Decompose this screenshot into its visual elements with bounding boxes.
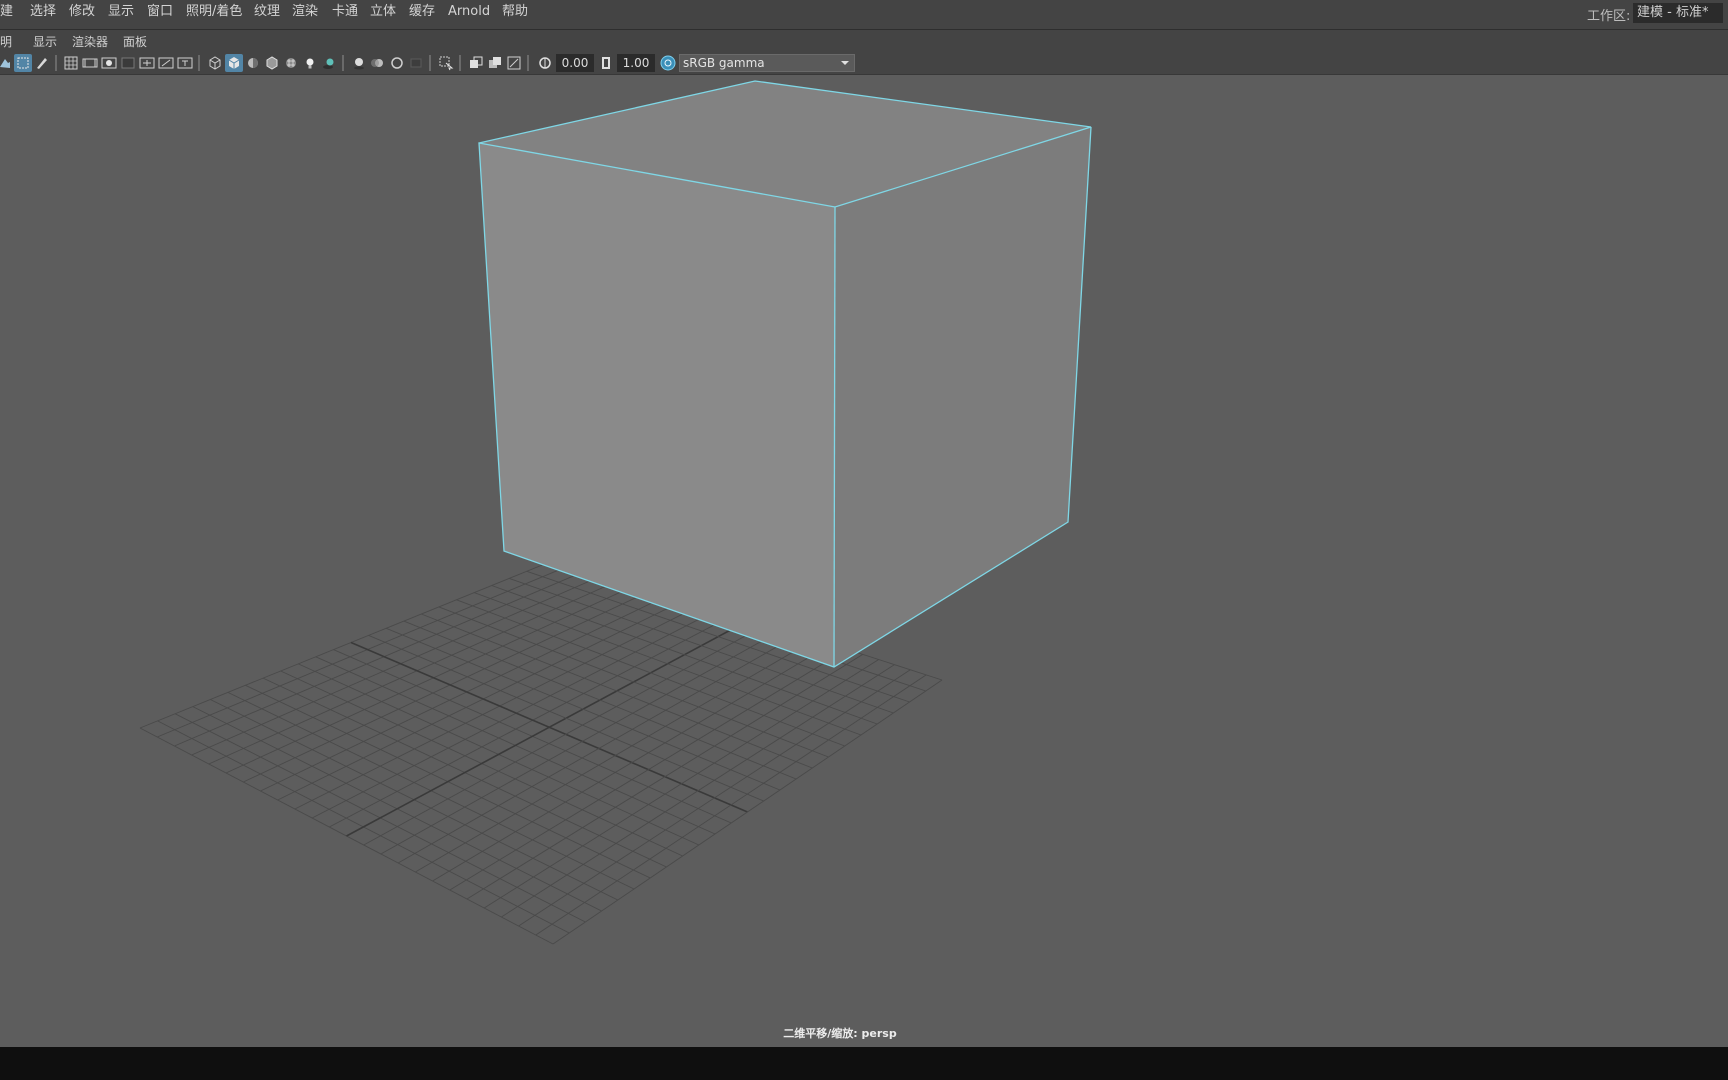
3d-viewport[interactable] — [0, 75, 1728, 1047]
viewport-scene[interactable] — [0, 75, 1728, 1047]
xray-icon[interactable] — [467, 54, 485, 72]
default-material-icon[interactable] — [244, 54, 262, 72]
textured-icon[interactable] — [282, 54, 300, 72]
toolbar-separator — [342, 55, 344, 71]
smooth-shade-icon[interactable] — [225, 54, 243, 72]
grid-line — [449, 648, 848, 891]
menu-window[interactable]: 窗口 — [147, 3, 173, 21]
motion-blur-icon[interactable] — [369, 54, 387, 72]
toolbar-separator — [527, 55, 529, 71]
menu-modify[interactable]: 修改 — [69, 3, 95, 21]
grid-line — [518, 669, 911, 927]
menu-texturing[interactable]: 纹理 — [254, 3, 280, 21]
cube-side-face[interactable] — [834, 127, 1091, 667]
gate-mask-icon[interactable] — [119, 54, 137, 72]
menu-stereo[interactable]: 立体 — [370, 3, 396, 21]
exposure-field[interactable]: 0.00 — [556, 54, 594, 72]
bottom-strip — [0, 1047, 1728, 1080]
film-gate-icon[interactable] — [81, 54, 99, 72]
main-menubar: 创建 选择 修改 显示 窗口 照明/着色 纹理 渲染 卡通 立体 缓存 Arno… — [0, 0, 1728, 30]
menu-select[interactable]: 选择 — [30, 3, 56, 21]
dropdown-arrow-icon[interactable] — [836, 55, 854, 71]
camera-icon[interactable] — [0, 54, 14, 72]
menu-arnold[interactable]: Arnold — [448, 3, 490, 21]
lights-icon[interactable] — [301, 54, 319, 72]
menu-toon[interactable]: 卡通 — [332, 3, 358, 21]
panel-menu-panels[interactable]: 面板 — [123, 33, 147, 50]
xray-active-components-icon[interactable] — [486, 54, 504, 72]
depth-of-field-icon[interactable] — [407, 54, 425, 72]
exposure-icon[interactable] — [536, 54, 554, 72]
grid-line — [466, 654, 864, 900]
safe-action-icon[interactable] — [157, 54, 175, 72]
gamma-icon[interactable] — [597, 54, 615, 72]
gamma-field[interactable]: 1.00 — [617, 54, 655, 72]
wireframe-on-shaded-icon[interactable] — [263, 54, 281, 72]
workspace-label: 工作区: — [1587, 9, 1631, 24]
panel-menu-lighting[interactable]: 照明 — [0, 33, 12, 50]
panel-menu-show[interactable]: 显示 — [33, 33, 57, 50]
viewport-toolbar: 0.00 1.00 sRGB gamma — [0, 52, 1728, 75]
isolate-select-icon[interactable] — [437, 54, 455, 72]
toolbar-separator — [429, 55, 431, 71]
safe-title-icon[interactable] — [176, 54, 194, 72]
screen-space-ao-icon[interactable] — [350, 54, 368, 72]
panel-menubar: 照明 显示 渲染器 面板 — [0, 30, 1728, 52]
color-space-dropdown[interactable]: sRGB gamma — [679, 54, 855, 72]
xray-joints-icon[interactable] — [505, 54, 523, 72]
color-space-value: sRGB gamma — [683, 56, 765, 70]
antialiasing-icon[interactable] — [388, 54, 406, 72]
menu-cache[interactable]: 缓存 — [409, 3, 435, 21]
menu-create[interactable]: 创建 — [0, 3, 13, 21]
workspace-dropdown[interactable]: 建模 - 标准* — [1633, 3, 1723, 23]
toolbar-separator — [459, 55, 461, 71]
menu-display[interactable]: 显示 — [108, 3, 134, 21]
viewport-hud-label: 二维平移/缩放: persp — [783, 1027, 897, 1040]
color-management-icon[interactable] — [659, 54, 677, 72]
cube-front-face[interactable] — [479, 143, 835, 667]
grid-icon[interactable] — [62, 54, 80, 72]
menu-render[interactable]: 渲染 — [292, 3, 318, 21]
grid-line — [501, 664, 895, 918]
grid-line — [368, 634, 764, 802]
menu-help[interactable]: 帮助 — [502, 3, 528, 21]
select-camera-icon[interactable] — [14, 54, 32, 72]
grid-line — [415, 638, 816, 873]
toolbar-separator — [55, 55, 57, 71]
shadows-icon[interactable] — [320, 54, 338, 72]
field-chart-icon[interactable] — [138, 54, 156, 72]
panel-menu-renderer[interactable]: 渲染器 — [72, 33, 108, 50]
resolution-gate-icon[interactable] — [100, 54, 118, 72]
paint-icon[interactable] — [33, 54, 51, 72]
grid-line — [552, 679, 943, 945]
grid-line — [483, 659, 879, 909]
wireframe-icon[interactable] — [206, 54, 224, 72]
toolbar-separator — [198, 55, 200, 71]
menu-lighting-shading[interactable]: 照明/着色 — [186, 3, 242, 21]
